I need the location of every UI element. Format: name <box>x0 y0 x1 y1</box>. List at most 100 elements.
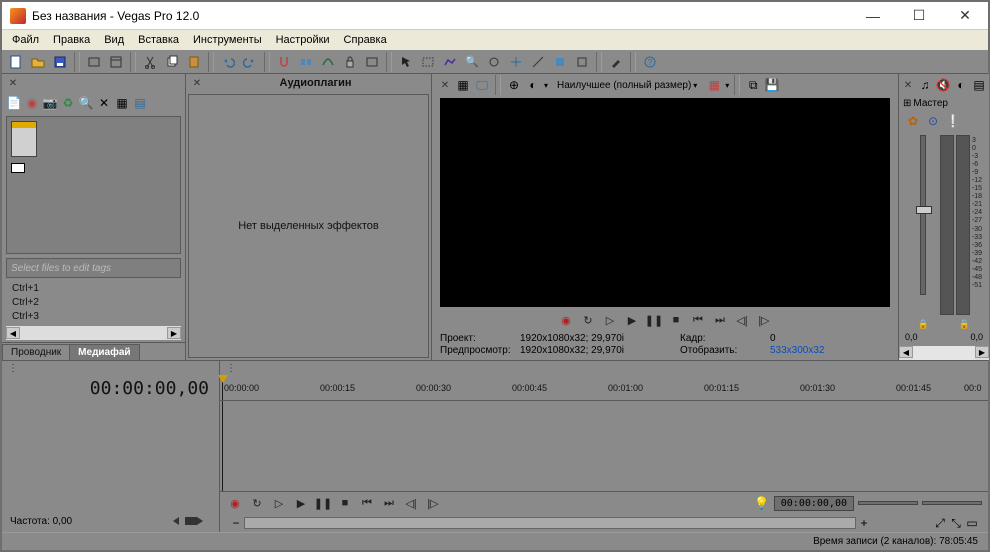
panel-close-icon[interactable]: ✕ <box>6 76 20 90</box>
import-media-button[interactable]: 📄 <box>6 95 22 111</box>
get-photo-button[interactable]: 📷 <box>42 95 58 111</box>
search-media-button[interactable]: 🔍 <box>78 95 94 111</box>
scroll-left-icon[interactable]: ◀ <box>899 346 913 358</box>
dim-button[interactable]: ◐ <box>953 77 969 93</box>
tool-7-button[interactable] <box>528 52 548 72</box>
snap-button[interactable] <box>274 52 294 72</box>
play-start-button[interactable]: ▷ <box>601 312 619 328</box>
tl-go-end-button[interactable]: ⏭ <box>380 495 398 511</box>
copy-snapshot-button[interactable]: ⧉ <box>745 77 761 93</box>
tl-next-frame-button[interactable]: |▷ <box>424 495 442 511</box>
go-start-button[interactable]: ⏮ <box>689 312 707 328</box>
remove-button[interactable]: ✕ <box>96 95 112 111</box>
brush-button[interactable] <box>606 52 626 72</box>
insert-fx-button[interactable]: ✿ <box>905 113 921 129</box>
undo-button[interactable] <box>218 52 238 72</box>
scrub-control[interactable] <box>171 514 211 528</box>
capture-video-button[interactable]: ◉ <box>24 95 40 111</box>
panel-close-icon[interactable]: ⋮ <box>224 361 238 375</box>
tab-explorer[interactable]: Проводник <box>2 344 70 360</box>
prev-frame-button[interactable]: ◁| <box>733 312 751 328</box>
menu-tools[interactable]: Инструменты <box>187 32 268 48</box>
copy-button[interactable] <box>162 52 182 72</box>
next-frame-button[interactable]: |▷ <box>755 312 773 328</box>
automation-button[interactable]: ⊙ <box>925 113 941 129</box>
media-thumb-1[interactable] <box>11 121 37 157</box>
lock-l-icon[interactable]: 🔒 <box>918 319 929 330</box>
media-fx-button[interactable]: ▤ <box>132 95 148 111</box>
tool-9-button[interactable] <box>572 52 592 72</box>
zoom-in-button[interactable]: + <box>856 515 872 531</box>
menu-insert[interactable]: Вставка <box>132 32 185 48</box>
grid-button[interactable]: ▦ <box>706 77 722 93</box>
downmix-button[interactable]: ♫ <box>917 77 933 93</box>
play-button[interactable]: ▶ <box>623 312 641 328</box>
preview-screen[interactable] <box>440 98 890 307</box>
master-fader[interactable] <box>906 135 940 315</box>
output-fx-button[interactable]: ⊕ <box>506 77 522 93</box>
tl-go-start-button[interactable]: ⏮ <box>358 495 376 511</box>
cut-button[interactable] <box>140 52 160 72</box>
media-thumbnails[interactable] <box>6 116 181 254</box>
pause-button[interactable]: ❚❚ <box>645 312 663 328</box>
tool-5-button[interactable] <box>484 52 504 72</box>
maximize-button[interactable]: ☐ <box>896 2 942 29</box>
timeline-hscroll[interactable] <box>244 517 856 529</box>
tab-media[interactable]: Медиафай <box>69 344 139 360</box>
scroll-right-icon[interactable]: ▶ <box>975 346 989 358</box>
render-button[interactable] <box>84 52 104 72</box>
zoom-height-in-button[interactable]: ⤡ <box>948 515 964 531</box>
tl-prev-frame-button[interactable]: ◁| <box>402 495 420 511</box>
save-snapshot-button[interactable]: 💾 <box>764 77 780 93</box>
extract-audio-button[interactable]: ♻ <box>60 95 76 111</box>
menu-help[interactable]: Справка <box>338 32 393 48</box>
selection-start-field[interactable] <box>858 501 918 505</box>
redo-button[interactable] <box>240 52 260 72</box>
track-headers[interactable] <box>2 401 219 510</box>
new-project-button[interactable] <box>6 52 26 72</box>
selection-tool-button[interactable] <box>418 52 438 72</box>
envelope-tool-button[interactable] <box>440 52 460 72</box>
menu-view[interactable]: Вид <box>98 32 130 48</box>
project-props-button[interactable]: ▦ <box>455 77 471 93</box>
position-field[interactable]: 00:00:00,00 <box>774 496 854 511</box>
media-hscroll[interactable]: ◀ ▶ <box>6 326 181 340</box>
save-button[interactable] <box>50 52 70 72</box>
auto-crossfade-button[interactable] <box>318 52 338 72</box>
panel-close-icon[interactable]: ✕ <box>901 78 915 92</box>
scroll-right-icon[interactable]: ▶ <box>167 327 181 339</box>
panel-close-icon[interactable]: ✕ <box>438 78 452 92</box>
timecode-display[interactable]: 00:00:00,00 <box>2 375 219 401</box>
external-monitor-button[interactable]: 🖵 <box>474 77 490 93</box>
stop-button[interactable]: ■ <box>667 312 685 328</box>
tl-play-start-button[interactable]: ▷ <box>270 495 288 511</box>
track-minimize-button[interactable]: ▭ <box>964 515 980 531</box>
help-button[interactable]: ? <box>640 52 660 72</box>
master-hscroll[interactable]: ◀ ▶ <box>899 346 989 360</box>
split-screen-button[interactable]: ◐ <box>525 77 541 93</box>
menu-options[interactable]: Настройки <box>270 32 336 48</box>
record-button[interactable]: ◉ <box>557 312 575 328</box>
master-fx-button[interactable]: ▤ <box>971 77 987 93</box>
paste-button[interactable] <box>184 52 204 72</box>
properties-button[interactable] <box>106 52 126 72</box>
mute-button[interactable]: 🔇 <box>935 77 951 93</box>
auto-ripple-button[interactable] <box>296 52 316 72</box>
minimize-button[interactable]: — <box>850 2 896 29</box>
media-props-button[interactable]: ▦ <box>114 95 130 111</box>
zoom-out-button[interactable]: − <box>228 515 244 531</box>
lock-r-icon[interactable]: 🔒 <box>959 319 970 330</box>
marker-icon[interactable]: 💡 <box>754 495 770 511</box>
tool-6-button[interactable] <box>506 52 526 72</box>
panel-close-icon[interactable]: ⋮ <box>6 361 20 375</box>
zoom-height-button[interactable]: ⤢ <box>932 515 948 531</box>
open-button[interactable] <box>28 52 48 72</box>
menu-file[interactable]: Файл <box>6 32 45 48</box>
normal-edit-tool-button[interactable] <box>396 52 416 72</box>
loop-button[interactable]: ↻ <box>579 312 597 328</box>
close-button[interactable]: ✕ <box>942 2 988 29</box>
tag-input[interactable]: Select files to edit tags <box>6 258 181 278</box>
tl-loop-button[interactable]: ↻ <box>248 495 266 511</box>
preview-quality-dropdown[interactable]: Наилучшее (полный размер)▾ <box>551 80 703 91</box>
scroll-left-icon[interactable]: ◀ <box>6 327 20 339</box>
